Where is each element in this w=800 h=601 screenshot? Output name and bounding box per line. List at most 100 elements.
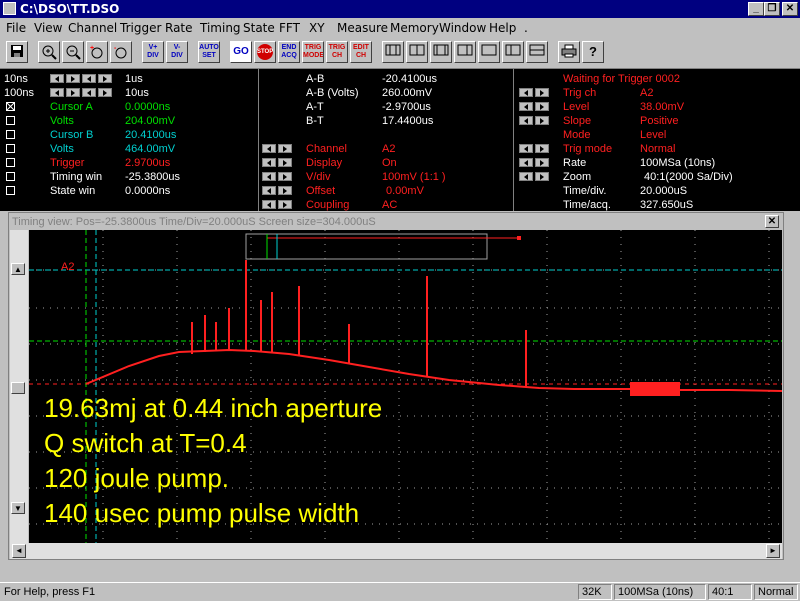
horizontal-scrollbar[interactable]: ◄ ►	[10, 543, 782, 559]
menu-fft[interactable]: FFT	[279, 21, 300, 35]
zoom-out-button[interactable]	[62, 41, 84, 63]
scroll-down-button[interactable]: ▼	[11, 502, 25, 514]
view-button-6[interactable]	[502, 41, 524, 63]
save-button[interactable]	[6, 41, 28, 63]
view-button-7[interactable]	[526, 41, 548, 63]
timing-view-close-button[interactable]: ✕	[765, 215, 779, 228]
arrow-left-button[interactable]	[262, 158, 276, 167]
trigger-value: Normal	[640, 143, 676, 155]
volts-a-checkbox[interactable]	[6, 116, 15, 125]
minimize-button[interactable]: _	[748, 2, 764, 16]
question-mark-icon: ?	[589, 44, 597, 59]
arrow-right-button[interactable]	[278, 172, 292, 181]
arrow-right-button[interactable]	[535, 88, 549, 97]
arrow-right-button[interactable]	[535, 102, 549, 111]
rate-value: 20.000uS	[640, 185, 688, 197]
trig-mode-button[interactable]: TRIG MODE	[302, 41, 324, 63]
arrow-left-button[interactable]	[50, 74, 64, 83]
arrow-left-button[interactable]	[519, 116, 533, 125]
arrow-left-button[interactable]	[519, 172, 533, 181]
close-button[interactable]: ✕	[782, 2, 798, 16]
arrow-right-button[interactable]	[535, 158, 549, 167]
menu-timing[interactable]: Timing	[200, 21, 241, 35]
arrow-left-button[interactable]	[262, 144, 276, 153]
print-button[interactable]	[558, 41, 580, 63]
arrow-left-button[interactable]	[262, 186, 276, 195]
arrow-right-button[interactable]	[278, 200, 292, 209]
view-button-2[interactable]	[406, 41, 428, 63]
volts-b-checkbox[interactable]	[6, 144, 15, 153]
cursor-a-checkbox[interactable]	[6, 102, 15, 111]
cursor-b-checkbox[interactable]	[6, 130, 15, 139]
menu-measure[interactable]: Measure	[337, 21, 388, 35]
help-button[interactable]: ?	[582, 41, 604, 63]
view-button-4[interactable]	[454, 41, 476, 63]
menu-help[interactable]: Help	[489, 21, 516, 35]
vdiv-up-button[interactable]: V+ DIV	[142, 41, 164, 63]
arrow-right-button[interactable]	[98, 88, 112, 97]
trig-ch-button[interactable]: TRIG CH	[326, 41, 348, 63]
arrow-left-button[interactable]	[519, 88, 533, 97]
vdiv-down-button[interactable]: V- DIV	[166, 41, 188, 63]
view-button-1[interactable]	[382, 41, 404, 63]
menu-window[interactable]: Window	[439, 21, 486, 35]
timebase-label: 100ns	[4, 87, 34, 99]
scroll-right-button[interactable]: ►	[766, 544, 780, 558]
arrow-left-button[interactable]	[50, 88, 64, 97]
view-button-5[interactable]	[478, 41, 500, 63]
restore-button[interactable]: ❐	[764, 2, 780, 16]
arrow-left-button[interactable]	[82, 74, 96, 83]
arrow-right-button[interactable]	[278, 144, 292, 153]
arrow-right-button[interactable]	[278, 158, 292, 167]
timing-win-checkbox[interactable]	[6, 172, 15, 181]
menu-view[interactable]: View	[34, 21, 62, 35]
view-button-3[interactable]	[430, 41, 452, 63]
menu-state[interactable]: State	[243, 21, 275, 35]
menu-channel[interactable]: Channel	[68, 21, 117, 35]
scroll-left-button[interactable]: ◄	[12, 544, 26, 558]
state-win-checkbox[interactable]	[6, 186, 15, 195]
arrow-right-button[interactable]	[98, 74, 112, 83]
trigger-value: Positive	[640, 115, 679, 127]
scroll-thumb[interactable]	[11, 382, 25, 394]
waveform-plot[interactable]: A2 19.63mj at 0.44 inch aperture Q switc…	[29, 230, 782, 543]
app-icon[interactable]	[3, 2, 16, 15]
trigger-value: 38.00mV	[640, 101, 685, 113]
zoom-plus-icon: +	[90, 45, 103, 59]
arrow-right-button[interactable]	[535, 144, 549, 153]
channel-marker: A2	[61, 261, 74, 273]
menu-xy[interactable]: XY	[309, 21, 325, 35]
menu-extra[interactable]: .	[524, 21, 528, 35]
auto-set-button[interactable]: AUTO SET	[198, 41, 220, 63]
arrow-left-button[interactable]	[519, 102, 533, 111]
zoom-minus-icon: -	[114, 45, 127, 59]
zoom-minus-button[interactable]: -	[110, 41, 132, 63]
end-acq-button[interactable]: END ACQ	[278, 41, 300, 63]
edit-ch-button[interactable]: EDIT CH	[350, 41, 372, 63]
scroll-up-button[interactable]: ▲	[11, 263, 25, 275]
arrow-right-button[interactable]	[535, 116, 549, 125]
arrow-right-button[interactable]	[535, 172, 549, 181]
zoom-plus-button[interactable]: +	[86, 41, 108, 63]
arrow-left-button[interactable]	[262, 200, 276, 209]
trigger-label: Level	[563, 101, 590, 113]
menu-memory[interactable]: Memory	[390, 21, 439, 35]
zoom-in-button[interactable]	[38, 41, 60, 63]
menu-file[interactable]: File	[6, 21, 26, 35]
trigger-checkbox[interactable]	[6, 158, 15, 167]
arrow-left-button[interactable]	[519, 158, 533, 167]
vertical-scrollbar[interactable]: ▲ ▼	[10, 230, 28, 543]
arrow-right-button[interactable]	[66, 74, 80, 83]
svg-text:+: +	[90, 45, 94, 52]
arrow-left-button[interactable]	[519, 144, 533, 153]
rate-label: Zoom	[563, 171, 592, 183]
menu-rate[interactable]: Rate	[165, 21, 193, 35]
menu-trigger[interactable]: Trigger	[120, 21, 161, 35]
arrow-right-button[interactable]	[66, 88, 80, 97]
trigger-label: Slope	[563, 115, 592, 127]
stop-button[interactable]: STOP	[254, 41, 276, 63]
arrow-right-button[interactable]	[278, 186, 292, 195]
go-button[interactable]: GO	[230, 41, 252, 63]
arrow-left-button[interactable]	[82, 88, 96, 97]
arrow-left-button[interactable]	[262, 172, 276, 181]
